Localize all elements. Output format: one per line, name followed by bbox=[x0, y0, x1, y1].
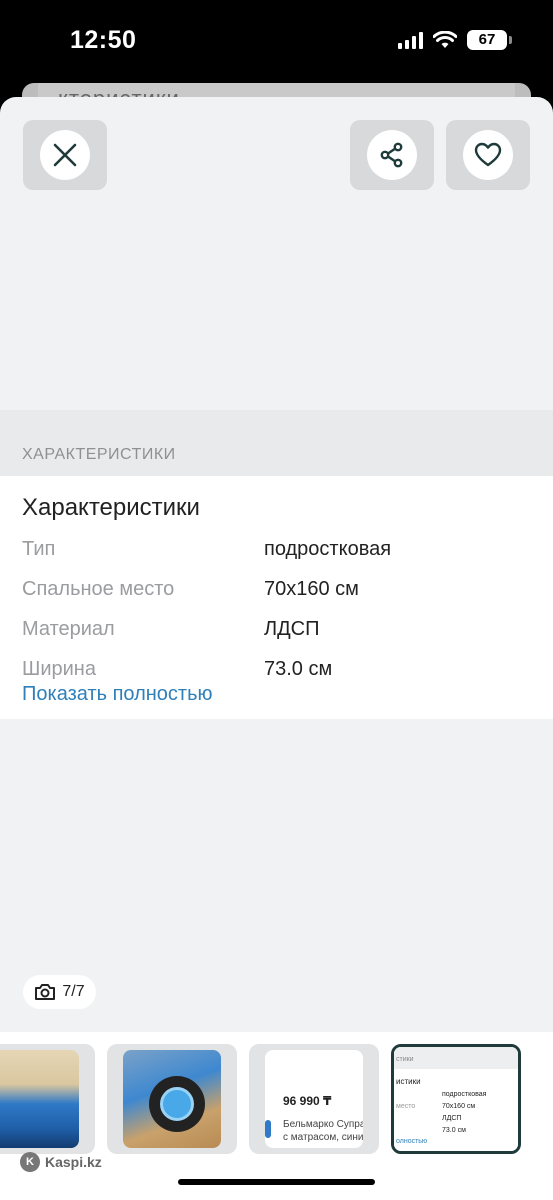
mini-header: стики bbox=[394, 1047, 518, 1069]
spec-label: Ширина bbox=[22, 658, 96, 680]
cellular-signal-icon bbox=[398, 31, 423, 49]
thumbnail-photo[interactable] bbox=[0, 1044, 95, 1154]
show-all-link[interactable]: Показать полностью bbox=[22, 683, 213, 706]
brand-text: Kaspi.kz bbox=[45, 1154, 102, 1170]
spec-label: Тип bbox=[22, 538, 56, 560]
photo-counter: 7/7 bbox=[23, 975, 96, 1009]
spec-value: ЛДСП bbox=[264, 618, 320, 640]
mini-title: истики bbox=[396, 1077, 421, 1086]
thumb-price: 96 990 ₸ bbox=[283, 1094, 332, 1108]
kaspi-logo-icon: K bbox=[20, 1152, 40, 1172]
photo-counter-text: 7/7 bbox=[62, 983, 85, 1000]
thumb-name-line1: Бельмарко Супра bbox=[283, 1119, 363, 1130]
close-icon bbox=[53, 143, 77, 167]
share-button[interactable] bbox=[350, 120, 434, 190]
spec-value: 73.0 см bbox=[264, 658, 333, 680]
mini-value: подростковая bbox=[442, 1091, 487, 1098]
thumbnail-photo[interactable]: 96 990 ₸ Бельмарко Супра с матрасом, син… bbox=[249, 1044, 379, 1154]
thumbnail-photo[interactable] bbox=[107, 1044, 237, 1154]
thumbnail-strip: 96 990 ₸ Бельмарко Супра с матрасом, син… bbox=[0, 1032, 553, 1200]
status-icons: 67 bbox=[398, 30, 512, 50]
specs-title: Характеристики bbox=[22, 494, 200, 521]
heart-icon bbox=[474, 142, 502, 167]
section-header-text: ХАРАКТЕРИСТИКИ bbox=[22, 446, 176, 463]
mini-label: место bbox=[396, 1103, 416, 1110]
close-button[interactable] bbox=[23, 120, 107, 190]
status-bar: 12:50 67 bbox=[0, 0, 553, 80]
status-time: 12:50 bbox=[70, 26, 137, 54]
spec-label: Материал bbox=[22, 618, 115, 640]
product-card-thumb: 96 990 ₸ Бельмарко Супра с матрасом, син… bbox=[265, 1050, 363, 1148]
brand-watermark: K Kaspi.kz bbox=[20, 1152, 102, 1172]
spec-value: 70x160 см bbox=[264, 578, 359, 600]
home-indicator[interactable] bbox=[178, 1179, 375, 1185]
section-header: ХАРАКТЕРИСТИКИ bbox=[0, 410, 553, 476]
thumb-name-line2: с матрасом, сини bbox=[283, 1132, 363, 1143]
mini-value: ЛДСП bbox=[442, 1115, 462, 1122]
favorite-button[interactable] bbox=[446, 120, 530, 190]
spec-label: Спальное место bbox=[22, 578, 175, 600]
mini-value: 73.0 см bbox=[442, 1127, 466, 1134]
product-photo-thumb bbox=[123, 1050, 221, 1148]
mini-value: 70x160 см bbox=[442, 1103, 476, 1110]
thumbnail-photo-selected[interactable]: стики истики подростковая место 70x160 с… bbox=[391, 1044, 521, 1154]
specs-card: Характеристики Тип подростковая Спальное… bbox=[0, 476, 553, 719]
share-icon bbox=[380, 142, 403, 168]
wifi-icon bbox=[433, 31, 457, 48]
photo-viewer-sheet: ХАРАКТЕРИСТИКИ Характеристики Тип подрос… bbox=[0, 97, 553, 1200]
product-photo-thumb bbox=[0, 1050, 79, 1148]
mini-link: олностью bbox=[396, 1138, 428, 1145]
spec-value: подростковая bbox=[264, 538, 392, 560]
camera-icon bbox=[35, 984, 56, 1000]
battery-icon: 67 bbox=[467, 30, 512, 50]
